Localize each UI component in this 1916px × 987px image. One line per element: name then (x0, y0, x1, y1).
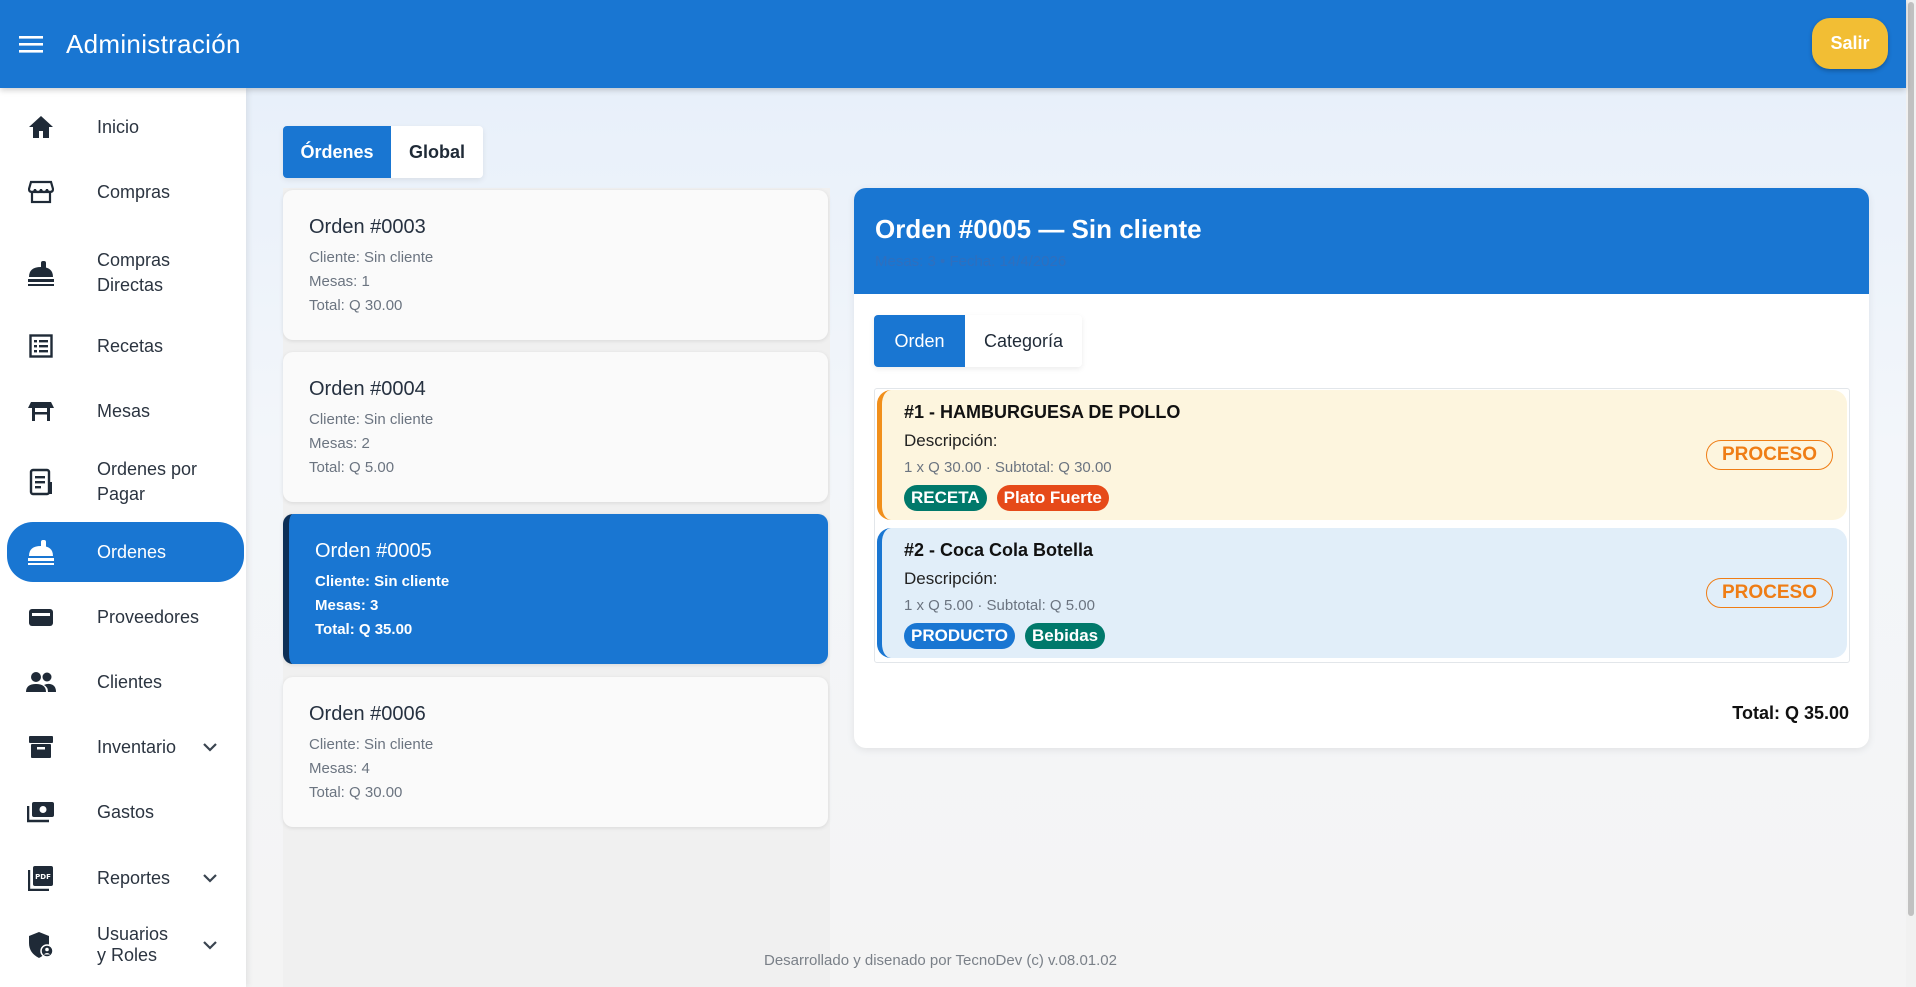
chevron-down-icon (203, 874, 217, 883)
order-total-amount: Total: Q 35.00 (1732, 703, 1849, 723)
sidebar-item-label: Usuarios y Roles (97, 924, 169, 965)
sidebar-item-label: Clientes (97, 671, 163, 692)
sidebar: Inicio Compras Compras Directas Recetas … (0, 88, 246, 987)
sidebar-item-recetas[interactable]: Recetas (0, 330, 246, 362)
order-card[interactable]: Orden #0003 Cliente: Sin cliente Mesas: … (283, 190, 828, 340)
sidebar-item-proveedores[interactable]: Proveedores (0, 601, 246, 633)
app-title: Administración (66, 28, 241, 59)
order-client: Cliente: Sin cliente (309, 411, 434, 428)
item-category-chip: Bebidas (1024, 623, 1106, 649)
logout-button[interactable]: Salir (1812, 18, 1888, 69)
sidebar-item-compras[interactable]: Compras (0, 176, 246, 208)
sidebar-item-inicio[interactable]: Inicio (0, 111, 246, 143)
sidebar-item-label: Gastos (97, 801, 155, 822)
sidebar-item-label: Reportes (97, 867, 171, 888)
order-card[interactable]: Orden #0004 Cliente: Sin cliente Mesas: … (283, 352, 828, 502)
order-title: Orden #0006 (309, 703, 426, 725)
sidebar-item-ordenes-por-pagar[interactable]: Ordenes por Pagar (0, 457, 246, 507)
item-name: #2 - Coca Cola Botella (904, 540, 1094, 560)
status-badge[interactable]: PROCESO (1706, 578, 1833, 608)
tab-orden[interactable]: Orden (874, 315, 965, 367)
money-icon (26, 797, 56, 827)
tab-categoria[interactable]: Categoría (965, 315, 1082, 367)
menu-icon[interactable] (0, 0, 62, 88)
scrollbar-thumb[interactable] (1908, 2, 1914, 916)
order-card[interactable]: Orden #0006 Cliente: Sin cliente Mesas: … (283, 677, 828, 827)
svg-text:PDF: PDF (35, 873, 51, 881)
wallet-icon (26, 602, 56, 632)
status-badge[interactable]: PROCESO (1706, 440, 1833, 470)
item-type-chip: PRODUCTO (904, 623, 1015, 649)
order-item: #1 - HAMBURGUESA DE POLLO Descripción: 1… (877, 390, 1847, 520)
item-type-chip: RECETA (904, 485, 987, 511)
item-category-chip: Plato Fuerte (996, 485, 1109, 511)
order-tables: Mesas: 2 (309, 435, 370, 452)
main-content: Órdenes Global Orden #0003 Cliente: Sin … (246, 88, 1906, 987)
food-delivery-icon (26, 258, 56, 288)
order-client: Cliente: Sin cliente (315, 573, 450, 590)
chevron-down-icon (203, 743, 217, 752)
item-description: Descripción: (904, 569, 998, 588)
detail-tabs: Orden Categoría (874, 315, 1082, 367)
order-total: Total: Q 30.00 (309, 784, 403, 801)
order-client: Cliente: Sin cliente (309, 249, 434, 266)
tab-global[interactable]: Global (391, 126, 483, 178)
order-detail-panel: Orden #0005 — Sin cliente Mesas: 3 • Fec… (854, 188, 1869, 748)
order-detail-header: Orden #0005 — Sin cliente Mesas: 3 • Fec… (854, 188, 1869, 294)
sidebar-item-mesas[interactable]: Mesas (0, 395, 246, 427)
sidebar-item-label: Mesas (97, 400, 151, 421)
order-title: Orden #0004 (309, 378, 426, 400)
order-detail-title: Orden #0005 — Sin cliente (875, 214, 1202, 244)
sidebar-item-label: Inicio (97, 116, 140, 137)
item-subtotal: 1 x Q 30.00 · Subtotal: Q 30.00 (904, 459, 1112, 476)
home-icon (26, 112, 56, 142)
sidebar-item-reportes[interactable]: PDF Reportes (0, 862, 246, 894)
sidebar-item-label: Recetas (97, 335, 164, 356)
item-name: #1 - HAMBURGUESA DE POLLO (904, 402, 1181, 422)
order-title: Orden #0003 (309, 216, 426, 238)
receipt-icon (26, 467, 56, 497)
food-delivery-icon (26, 537, 56, 567)
footer-credit: Desarrollado y disenado por TecnoDev (c)… (764, 952, 1117, 969)
tab-ordenes[interactable]: Órdenes (283, 126, 391, 178)
order-total: Total: Q 35.00 (315, 621, 413, 638)
app-bar: Administración Salir (0, 0, 1906, 88)
table-icon (26, 396, 56, 426)
sidebar-item-clientes[interactable]: Clientes (0, 666, 246, 698)
sidebar-item-label: Ordenes por Pagar (97, 459, 198, 504)
page-scrollbar[interactable] (1906, 0, 1916, 987)
order-tables: Mesas: 3 (315, 597, 379, 614)
sidebar-item-label: Inventario (97, 736, 177, 757)
order-tables: Mesas: 1 (309, 273, 370, 290)
order-detail-subtitle: Mesas: 3 • Fecha: 14/4/2026 (875, 253, 1067, 270)
order-total: Total: Q 30.00 (309, 297, 403, 314)
sidebar-item-label: Compras Directas (97, 250, 171, 295)
sidebar-item-gastos[interactable]: Gastos (0, 796, 246, 828)
item-subtotal: 1 x Q 5.00 · Subtotal: Q 5.00 (904, 597, 1095, 614)
sidebar-item-label: Ordenes (97, 541, 167, 562)
pdf-icon: PDF (26, 863, 56, 893)
order-tables: Mesas: 4 (309, 760, 370, 777)
view-tabs: Órdenes Global (283, 126, 483, 178)
shield-user-icon (26, 930, 56, 960)
list-icon (26, 331, 56, 361)
order-item: #2 - Coca Cola Botella Descripción: 1 x … (877, 528, 1847, 658)
sidebar-item-usuarios-roles[interactable]: Usuarios y Roles (0, 920, 246, 970)
order-client: Cliente: Sin cliente (309, 736, 434, 753)
chevron-down-icon (203, 941, 217, 950)
people-icon (26, 667, 56, 697)
order-items-list: #1 - HAMBURGUESA DE POLLO Descripción: 1… (874, 388, 1850, 663)
sidebar-item-ordenes[interactable]: Ordenes (7, 522, 244, 582)
archive-icon (26, 732, 56, 762)
order-card-selected[interactable]: Orden #0005 Cliente: Sin cliente Mesas: … (283, 514, 828, 664)
order-title: Orden #0005 (315, 540, 432, 562)
item-description: Descripción: (904, 431, 998, 450)
order-total: Total: Q 5.00 (309, 459, 395, 476)
sidebar-item-label: Compras (97, 181, 171, 202)
sidebar-item-inventario[interactable]: Inventario (0, 731, 246, 763)
sidebar-item-label: Proveedores (97, 606, 200, 627)
sidebar-item-compras-directas[interactable]: Compras Directas (0, 248, 246, 298)
store-icon (26, 177, 56, 207)
